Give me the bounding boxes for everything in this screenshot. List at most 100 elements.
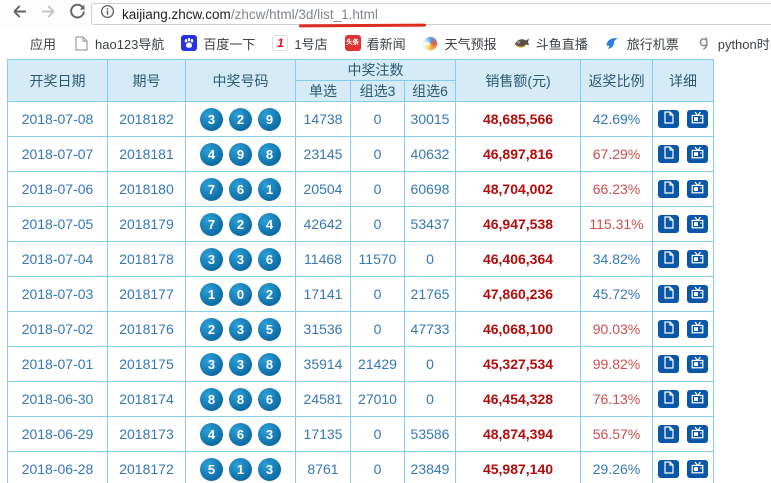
dolphin-icon xyxy=(605,35,621,51)
bets-group3: 0 xyxy=(351,417,405,452)
bets-group3: 0 xyxy=(351,312,405,347)
bookmark-douyu[interactable]: 斗鱼直播 xyxy=(514,34,588,53)
detail-document-button[interactable] xyxy=(658,215,679,233)
weather-swirl-icon xyxy=(423,35,439,51)
page-icon xyxy=(73,35,89,51)
detail-video-button[interactable] xyxy=(687,180,708,198)
bets-group3: 11570 xyxy=(351,242,405,277)
detail-video-button[interactable] xyxy=(687,250,708,268)
col-header-bets-group: 中奖注数 xyxy=(296,60,456,81)
tv-icon xyxy=(691,426,704,442)
document-icon xyxy=(663,286,675,302)
number-ball: 2 xyxy=(258,283,281,306)
bookmark-baidu[interactable]: 百度一下 xyxy=(181,34,255,53)
detail-video-button[interactable] xyxy=(687,390,708,408)
bookmark-weather[interactable]: 天气预报 xyxy=(423,34,497,53)
number-ball: 3 xyxy=(258,423,281,446)
bets-group3: 0 xyxy=(351,207,405,242)
table-row: 2018-07-0120181753383591421429045,327,53… xyxy=(8,347,714,382)
detail-document-button[interactable] xyxy=(658,320,679,338)
red-underline-annotation xyxy=(299,24,426,28)
detail-document-button[interactable] xyxy=(658,355,679,373)
bookmark-python[interactable]: python时间处理 - xyxy=(696,34,771,53)
detail-video-button[interactable] xyxy=(687,215,708,233)
document-icon xyxy=(663,111,675,127)
document-icon xyxy=(663,216,675,232)
bets-group3: 0 xyxy=(351,277,405,312)
refresh-button[interactable] xyxy=(67,4,87,24)
bets-single: 17141 xyxy=(296,277,351,312)
bets-single: 8761 xyxy=(296,452,351,483)
detail-video-button[interactable] xyxy=(687,110,708,128)
number-ball: 3 xyxy=(200,353,223,376)
winning-numbers: 498 xyxy=(186,137,296,172)
sales-amount: 45,987,140 xyxy=(456,452,581,483)
bookmark-news[interactable]: 头条 看新闻 xyxy=(345,34,406,53)
col-header-bet-single: 单选 xyxy=(296,81,351,102)
detail-document-button[interactable] xyxy=(658,285,679,303)
return-ratio: 45.72% xyxy=(581,277,653,312)
issue-number: 2018172 xyxy=(108,452,186,483)
col-header-detail: 详细 xyxy=(653,60,714,102)
bets-group6: 60698 xyxy=(405,172,456,207)
back-button[interactable] xyxy=(9,4,29,24)
info-icon[interactable] xyxy=(100,4,115,24)
bets-group6: 21765 xyxy=(405,277,456,312)
return-ratio: 90.03% xyxy=(581,312,653,347)
detail-actions xyxy=(653,277,714,312)
winning-numbers: 463 xyxy=(186,417,296,452)
return-ratio: 66.23% xyxy=(581,172,653,207)
detail-document-button[interactable] xyxy=(658,390,679,408)
detail-document-button[interactable] xyxy=(658,110,679,128)
bookmark-apps[interactable]: 应用 xyxy=(8,34,56,53)
bets-single: 20504 xyxy=(296,172,351,207)
number-ball: 2 xyxy=(229,213,252,236)
col-header-ratio: 返奖比例 xyxy=(581,60,653,102)
detail-video-button[interactable] xyxy=(687,320,708,338)
return-ratio: 42.69% xyxy=(581,102,653,137)
detail-actions xyxy=(653,242,714,277)
col-header-sales: 销售额(元) xyxy=(456,60,581,102)
bets-group6: 47733 xyxy=(405,312,456,347)
col-header-bet-group6: 组选6 xyxy=(405,81,456,102)
detail-document-button[interactable] xyxy=(658,145,679,163)
number-ball: 1 xyxy=(200,283,223,306)
bets-single: 14738 xyxy=(296,102,351,137)
results-tbody: 2018-07-0820181823291473803001548,685,56… xyxy=(8,102,714,483)
bets-group6: 0 xyxy=(405,347,456,382)
detail-actions xyxy=(653,452,714,483)
table-row: 2018-07-0420181783361146811570046,406,36… xyxy=(8,242,714,277)
tv-icon xyxy=(691,461,704,477)
url-bar[interactable]: kaijiang.zhcw.com/zhcw/html/3d/list_1.ht… xyxy=(91,3,771,25)
detail-video-button[interactable] xyxy=(687,425,708,443)
detail-document-button[interactable] xyxy=(658,460,679,478)
detail-document-button[interactable] xyxy=(658,180,679,198)
detail-document-button[interactable] xyxy=(658,250,679,268)
forward-button[interactable] xyxy=(38,4,58,24)
issue-number: 2018182 xyxy=(108,102,186,137)
bookmark-travel[interactable]: 旅行机票 xyxy=(605,34,679,53)
number-ball: 3 xyxy=(229,248,252,271)
number-ball: 0 xyxy=(229,283,252,306)
detail-video-button[interactable] xyxy=(687,460,708,478)
detail-actions xyxy=(653,312,714,347)
detail-video-button[interactable] xyxy=(687,355,708,373)
detail-video-button[interactable] xyxy=(687,285,708,303)
winning-numbers: 513 xyxy=(186,452,296,483)
draw-date: 2018-07-08 xyxy=(8,102,108,137)
bets-single: 11468 xyxy=(296,242,351,277)
return-ratio: 29.26% xyxy=(581,452,653,483)
return-ratio: 76.13% xyxy=(581,382,653,417)
detail-actions xyxy=(653,382,714,417)
number-ball: 5 xyxy=(200,458,223,481)
detail-actions xyxy=(653,347,714,382)
bets-single: 31536 xyxy=(296,312,351,347)
bookmark-yhd[interactable]: 1 1号店 xyxy=(272,34,327,53)
number-ball: 7 xyxy=(200,213,223,236)
detail-video-button[interactable] xyxy=(687,145,708,163)
bets-single: 17135 xyxy=(296,417,351,452)
number-ball: 7 xyxy=(200,178,223,201)
bookmark-hao123[interactable]: hao123导航 xyxy=(73,34,164,53)
table-row: 2018-07-0620181807612050406069848,704,00… xyxy=(8,172,714,207)
detail-document-button[interactable] xyxy=(658,425,679,443)
